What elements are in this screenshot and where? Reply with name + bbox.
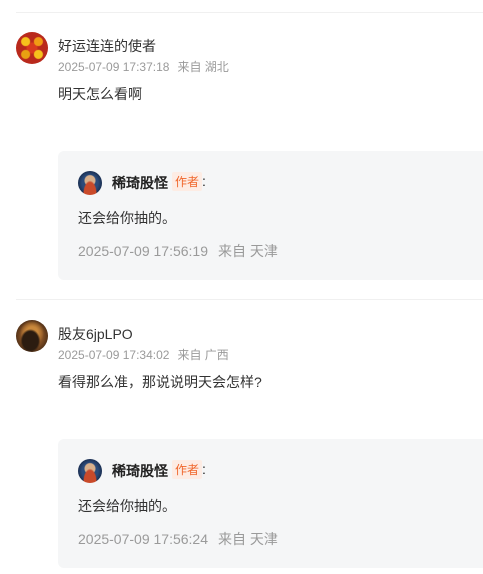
comment-meta: 2025-07-09 17:37:18 来自 湖北 [58, 58, 229, 75]
reply-text: 还会给你抽的。 [78, 498, 176, 514]
reply-meta: 2025-07-09 17:56:24 来自 天津 [78, 529, 278, 549]
comment-username[interactable]: 股友6jpLPO [58, 324, 133, 344]
reply-username[interactable]: 稀琦股怪 [112, 173, 168, 193]
reply-colon: : [202, 461, 206, 477]
reply-location: 来自 天津 [218, 531, 278, 547]
reply-username[interactable]: 稀琦股怪 [112, 461, 168, 481]
comment-text: 明天怎么看啊 [58, 86, 142, 102]
reply-location: 来自 天津 [218, 243, 278, 259]
comment-meta: 2025-07-09 17:34:02 来自 广西 [58, 346, 229, 363]
author-tag: 作者 [172, 460, 203, 479]
reply-time: 2025-07-09 17:56:24 [78, 531, 208, 547]
reply-time: 2025-07-09 17:56:19 [78, 243, 208, 259]
comment-username[interactable]: 好运连连的使者 [58, 36, 156, 56]
flower-avatar-icon[interactable] [16, 32, 48, 64]
reply-text: 还会给你抽的。 [78, 210, 176, 226]
comment-location: 来自 湖北 [177, 60, 229, 74]
comment-location: 来自 广西 [177, 348, 229, 362]
comment-time: 2025-07-09 17:34:02 [58, 348, 170, 362]
reply-colon: : [202, 173, 206, 189]
divider [16, 12, 483, 13]
comment-time: 2025-07-09 17:37:18 [58, 60, 170, 74]
reply-meta: 2025-07-09 17:56:19 来自 天津 [78, 241, 278, 261]
author-tag: 作者 [172, 172, 203, 191]
divider [16, 299, 483, 300]
reply-box: 稀琦股怪 作者 : 还会给你抽的。 2025-07-09 17:56:24 来自 … [58, 439, 483, 568]
author-avatar-icon[interactable] [78, 171, 102, 195]
brown-avatar-icon[interactable] [16, 320, 48, 352]
reply-box: 稀琦股怪 作者 : 还会给你抽的。 2025-07-09 17:56:19 来自 … [58, 151, 483, 280]
comment-text: 看得那么准，那说说明天会怎样? [58, 374, 262, 390]
author-avatar-icon[interactable] [78, 459, 102, 483]
